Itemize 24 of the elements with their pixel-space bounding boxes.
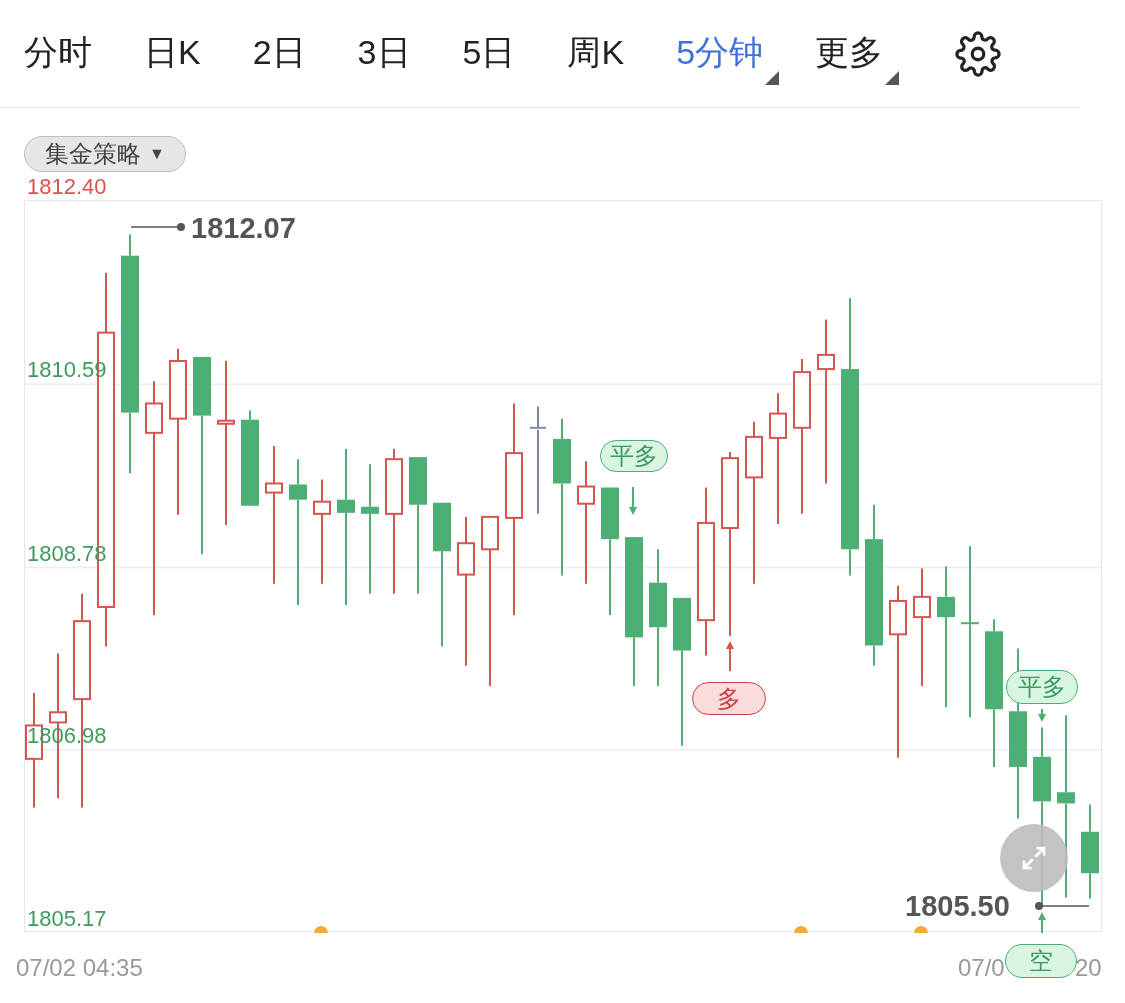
period-tab[interactable]: 5分钟 — [676, 34, 764, 73]
signal-arrow — [1038, 708, 1046, 722]
period-tab[interactable]: 3日 — [357, 34, 411, 73]
strategy-dropdown[interactable]: 集金策略 ▼ — [24, 136, 186, 172]
period-tab[interactable]: 更多 — [815, 34, 884, 73]
time-axis-label: 07/0 — [958, 953, 1005, 983]
time-axis-label: 07/02 04:35 — [16, 953, 143, 983]
time-axis-label: 20 — [1075, 953, 1102, 983]
signal-arrow — [726, 641, 734, 672]
long-tag[interactable]: 多 — [692, 682, 766, 715]
leader-line — [130, 223, 185, 231]
price-axis-label: 1805.17 — [27, 907, 107, 931]
period-tab[interactable]: 周K — [567, 34, 625, 73]
settings-icon[interactable] — [955, 30, 1002, 77]
high-price-label: 1812.07 — [191, 211, 296, 245]
last-price-label: 1805.50 — [905, 889, 1010, 923]
period-tab[interactable]: 日K — [144, 34, 201, 73]
period-tab[interactable]: 2日 — [252, 34, 306, 73]
period-tab[interactable]: 5日 — [462, 34, 516, 73]
leader-line — [1035, 902, 1090, 910]
signal-arrow — [629, 486, 637, 515]
price-axis-label: 1812.40 — [27, 175, 107, 199]
period-tab[interactable]: 分时 — [24, 34, 92, 73]
signal-arrow — [1038, 912, 1046, 933]
